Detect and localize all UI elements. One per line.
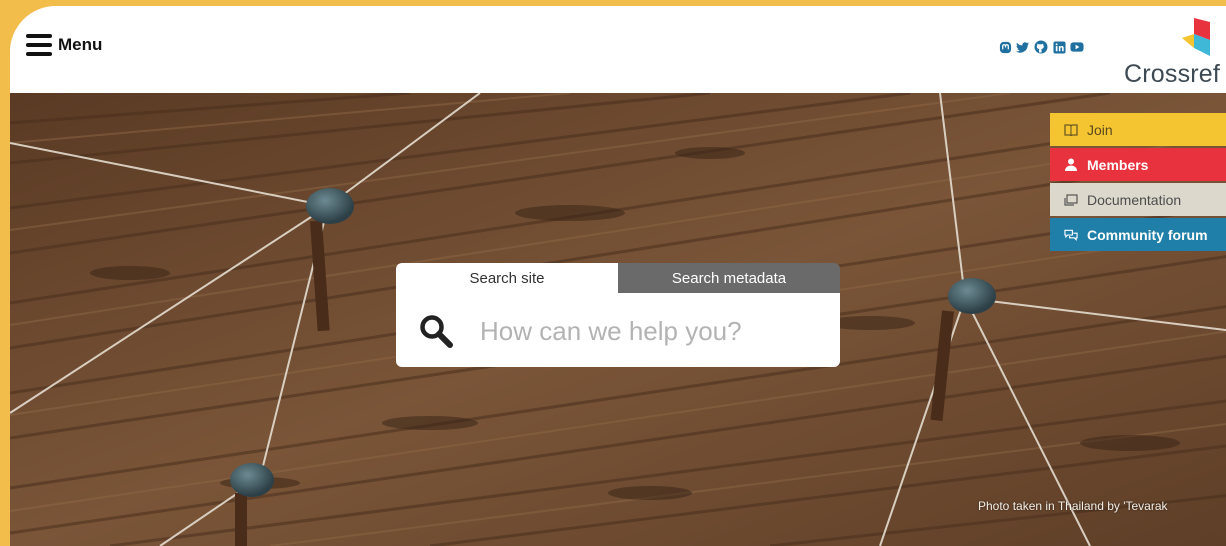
person-icon [1064,158,1078,172]
search-tabs: Search site Search metadata [396,263,840,293]
mastodon-icon[interactable] [998,40,1012,54]
hamburger-icon [26,34,52,56]
quick-link-label: Join [1087,121,1113,138]
quick-link-members[interactable]: Members [1050,148,1226,181]
linkedin-icon[interactable] [1052,40,1066,54]
quick-link-community-forum[interactable]: Community forum [1050,218,1226,251]
search-input[interactable] [478,311,822,351]
book-icon [1064,123,1078,137]
crossref-logo[interactable]: Crossref [1122,18,1226,88]
menu-button[interactable]: Menu [26,34,102,56]
tab-search-metadata[interactable]: Search metadata [618,263,840,293]
youtube-icon[interactable] [1070,40,1084,54]
quick-link-label: Documentation [1087,191,1182,208]
photo-credit: Photo taken in Thailand by 'Tevarak [978,499,1168,513]
menu-label: Menu [58,35,103,54]
github-icon[interactable] [1034,40,1048,54]
quick-link-documentation[interactable]: Documentation [1050,183,1226,216]
quick-links: Join Members Documentation Community for… [1050,113,1226,253]
twitter-icon[interactable] [1016,40,1030,54]
quick-link-label: Community forum [1087,226,1208,243]
search-box [396,293,840,367]
browser-frame: Menu Crossref Join Members Documentation… [10,6,1226,546]
doc-icon [1064,193,1078,207]
quick-link-join[interactable]: Join [1050,113,1226,146]
search-widget: Search site Search metadata [396,263,840,367]
social-links [998,40,1084,54]
chat-icon [1064,228,1078,242]
quick-link-label: Members [1087,156,1149,173]
tab-search-site[interactable]: Search site [396,263,618,293]
search-icon[interactable] [418,313,454,349]
hero-banner: Join Members Documentation Community for… [10,93,1226,546]
site-header: Menu Crossref [10,6,1226,93]
logo-wordmark: Crossref [1124,60,1221,88]
